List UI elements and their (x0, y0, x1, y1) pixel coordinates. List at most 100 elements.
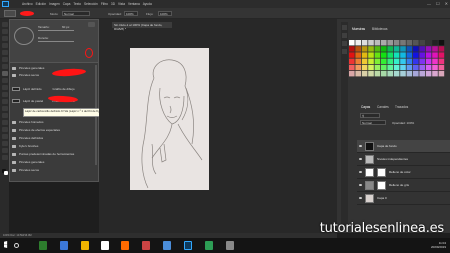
marquee-tool-icon[interactable] (1, 29, 8, 34)
size-value[interactable]: 60 px (62, 25, 69, 29)
layer-row[interactable]: Relleno de gris (357, 179, 450, 192)
color-swatch[interactable] (368, 52, 374, 58)
color-swatch[interactable] (406, 71, 413, 77)
color-swatch[interactable] (387, 46, 393, 52)
color-swatch[interactable] (400, 64, 406, 71)
color-swatch[interactable] (361, 64, 368, 71)
color-swatch[interactable] (361, 71, 368, 77)
preset-folder[interactable]: Kyle's brushes (12, 143, 96, 149)
layer-row[interactable]: Niveles independientes (357, 153, 450, 166)
layer-row[interactable]: Capa de fondo (357, 140, 450, 153)
gradient-tool-icon[interactable] (1, 99, 8, 104)
color-swatch[interactable] (368, 46, 374, 52)
layer-filter-select[interactable]: ⚲ (360, 113, 380, 118)
color-swatch[interactable] (387, 58, 393, 64)
path-select-tool-icon[interactable] (1, 134, 8, 139)
tab-channels[interactable]: Canales (377, 105, 389, 109)
layer-opacity[interactable]: Opacidad: 100% (392, 121, 414, 125)
menu-ventana[interactable]: Ventana (128, 2, 140, 6)
preset-folder[interactable]: Puntas predeterminadas de herramientas (12, 151, 96, 157)
color-swatch[interactable] (406, 58, 413, 64)
photoshop-logo-icon[interactable] (2, 1, 9, 7)
color-swatch[interactable] (387, 40, 393, 46)
taskbar-app-icon[interactable] (60, 241, 68, 250)
blend-mode-select[interactable]: Normal (360, 120, 386, 125)
color-swatch[interactable] (419, 58, 425, 64)
color-swatch[interactable] (413, 46, 419, 52)
color-swatch[interactable] (355, 71, 361, 77)
color-swatch[interactable] (361, 52, 368, 58)
move-tool-icon[interactable] (1, 22, 8, 27)
color-swatch[interactable] (438, 46, 445, 52)
color-swatch[interactable] (425, 58, 432, 64)
crop-tool-icon[interactable] (1, 50, 8, 55)
color-swatch[interactable] (406, 46, 413, 52)
tab-layers[interactable]: Capas (361, 105, 370, 109)
menu-vista[interactable]: Vista (118, 2, 125, 6)
color-swatch[interactable] (368, 58, 374, 64)
color-swatch[interactable] (387, 64, 393, 71)
color-swatch[interactable] (425, 52, 432, 58)
eye-icon[interactable] (359, 171, 362, 173)
shape-tool-icon[interactable] (1, 141, 8, 146)
taskbar-app-icon[interactable] (39, 241, 47, 250)
color-swatch[interactable] (413, 52, 419, 58)
close-button[interactable]: ✕ (445, 1, 448, 6)
menu-edicion[interactable]: Edición (36, 2, 46, 6)
color-swatch[interactable] (432, 52, 438, 58)
color-swatch[interactable] (400, 71, 406, 77)
color-swatch[interactable] (393, 71, 400, 77)
color-swatch[interactable] (438, 52, 445, 58)
color-swatch[interactable] (406, 40, 413, 46)
color-swatch[interactable] (419, 64, 425, 71)
brush-preset-picker-annotation[interactable] (20, 11, 34, 16)
opacity-input[interactable]: 100% (124, 11, 138, 16)
eye-icon[interactable] (359, 197, 362, 199)
color-swatch[interactable] (400, 46, 406, 52)
color-swatch[interactable] (432, 64, 438, 71)
properties-icon[interactable] (342, 33, 347, 38)
color-swatch[interactable] (349, 40, 355, 46)
color-swatch[interactable] (413, 58, 419, 64)
blur-tool-icon[interactable] (1, 106, 8, 111)
color-swatch[interactable] (419, 40, 425, 46)
history-icon[interactable] (342, 25, 347, 30)
color-swatch[interactable] (368, 40, 374, 46)
color-swatch[interactable] (425, 40, 432, 46)
color-swatch[interactable] (393, 64, 400, 71)
color-swatch[interactable] (374, 40, 381, 46)
menu-seleccion[interactable]: Selección (84, 2, 98, 6)
color-swatch[interactable] (406, 52, 413, 58)
mode-select[interactable]: Normal (62, 11, 90, 16)
color-swatch[interactable] (387, 52, 393, 58)
history-brush-tool-icon[interactable] (1, 85, 8, 90)
menu-imagen[interactable]: Imagen (49, 2, 60, 6)
tab-libraries[interactable]: Bibliotecas (372, 27, 387, 31)
color-swatch[interactable] (425, 64, 432, 71)
menu-ayuda[interactable]: Ayuda (143, 2, 152, 6)
eraser-tool-icon[interactable] (1, 92, 8, 97)
folder-icon[interactable] (81, 241, 89, 250)
color-swatch[interactable] (393, 46, 400, 52)
color-swatch[interactable] (393, 40, 400, 46)
color-swatch[interactable] (438, 71, 445, 77)
tab-paths[interactable]: Trazados (395, 105, 408, 109)
menu-3d[interactable]: 3D (111, 2, 115, 6)
color-swatch[interactable] (374, 46, 381, 52)
color-swatch[interactable] (387, 71, 393, 77)
color-swatch[interactable] (368, 71, 374, 77)
color-swatch[interactable] (381, 46, 387, 52)
color-swatch[interactable] (361, 40, 368, 46)
brush-tool-icon[interactable] (1, 71, 8, 76)
chrome-icon[interactable] (101, 241, 109, 250)
color-swatch[interactable] (374, 64, 381, 71)
tool-preset-picker[interactable] (4, 10, 16, 17)
document-canvas[interactable] (130, 48, 209, 190)
color-swatch[interactable] (355, 58, 361, 64)
preset-folder[interactable]: Pinceles de efectos especiales (12, 127, 96, 133)
color-swatch[interactable] (432, 40, 438, 46)
color-swatch[interactable] (419, 46, 425, 52)
color-swatch[interactable] (400, 58, 406, 64)
color-swatch[interactable] (438, 64, 445, 71)
color-swatch[interactable] (374, 52, 381, 58)
